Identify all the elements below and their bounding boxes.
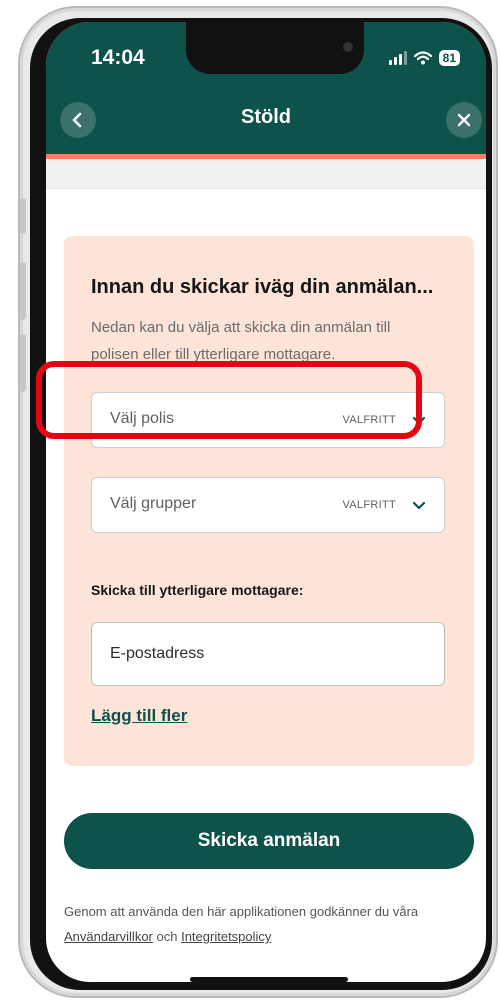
chevron-down-icon	[412, 501, 426, 510]
card-description: Nedan kan du välja att skicka din anmäla…	[91, 319, 391, 363]
terms-footer: Genom att använda den här applikationen …	[64, 899, 474, 949]
card-title: Innan du skickar iväg din anmälan...	[91, 276, 434, 298]
side-button	[20, 198, 26, 234]
signal-icon	[388, 51, 407, 65]
app-header: 14:04 81 Stöld	[46, 22, 486, 154]
groups-select-label: Välj grupper	[110, 495, 197, 512]
privacy-link[interactable]: Integritetspolicy	[181, 929, 271, 944]
footer-and: och	[156, 929, 178, 944]
status-time: 14:04	[91, 46, 145, 69]
home-indicator	[190, 977, 348, 982]
wifi-icon	[413, 51, 432, 65]
send-options-card: Innan du skickar iväg din anmälan... Ned…	[64, 236, 474, 766]
add-more-link[interactable]: Lägg till fler	[91, 706, 187, 726]
app-screen: 14:04 81 Stöld Innan du skickar iväg din…	[46, 22, 486, 982]
highlight-box	[36, 361, 422, 439]
progress-strip	[46, 159, 486, 189]
terms-link[interactable]: Användarvillkor	[64, 929, 153, 944]
email-placeholder: E-postadress	[110, 645, 205, 662]
volume-up-button	[20, 262, 26, 320]
battery-level: 81	[438, 50, 460, 66]
footer-text: Genom att använda den här applikationen …	[64, 904, 419, 919]
page-title: Stöld	[241, 106, 291, 128]
notch	[186, 22, 364, 74]
send-report-button[interactable]: Skicka anmälan	[64, 813, 474, 869]
optional-tag: VALFRITT	[342, 499, 396, 511]
groups-select[interactable]: Välj grupper VALFRITT	[91, 477, 445, 533]
email-field[interactable]: E-postadress	[91, 622, 445, 686]
close-icon	[457, 113, 471, 127]
recipients-label: Skicka till ytterligare mottagare:	[91, 582, 304, 598]
camera-icon	[343, 42, 353, 52]
status-icons: 81	[388, 50, 460, 66]
close-button[interactable]	[446, 102, 482, 138]
volume-down-button	[20, 334, 26, 392]
